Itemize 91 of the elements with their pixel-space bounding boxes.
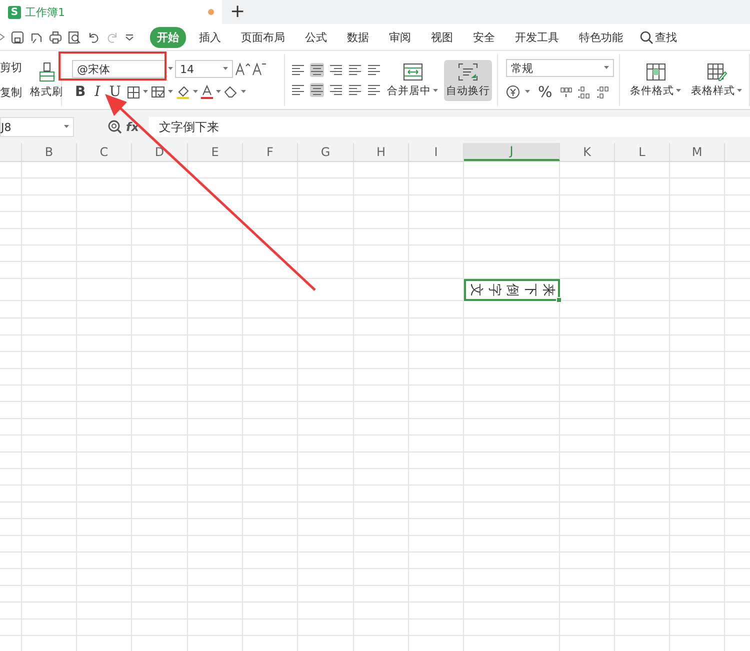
align-icon[interactable] <box>348 83 362 97</box>
underline-button[interactable]: U <box>106 84 124 100</box>
menu-tab[interactable]: 开发工具 <box>508 26 566 48</box>
active-cell[interactable]: 文字倒下来 <box>464 278 560 301</box>
caret-icon[interactable] <box>737 88 742 92</box>
brush-icon <box>38 62 56 82</box>
menu-tab[interactable]: 审阅 <box>382 26 418 48</box>
zoom-icon[interactable] <box>108 120 122 134</box>
caret-icon[interactable] <box>216 90 222 94</box>
caret-icon[interactable] <box>223 67 228 71</box>
font-size-field[interactable]: 14 <box>175 60 233 78</box>
export-icon[interactable] <box>30 30 43 44</box>
column-header[interactable]: D <box>132 143 188 161</box>
merge-center-button[interactable]: 合并居中 <box>385 60 440 100</box>
caret-icon[interactable] <box>433 88 438 92</box>
column-header[interactable]: F <box>243 143 298 161</box>
italic-button[interactable]: I <box>92 84 104 100</box>
increase-font-icon[interactable] <box>235 62 250 76</box>
menu-tab[interactable]: 视图 <box>424 26 460 48</box>
menu-tab[interactable]: 数据 <box>340 26 376 48</box>
save-icon[interactable] <box>11 30 24 44</box>
undo-icon[interactable] <box>87 30 100 44</box>
column-header[interactable]: G <box>298 143 354 161</box>
formula-field[interactable]: 文字倒下来 <box>148 117 750 137</box>
search-icon[interactable] <box>640 30 653 44</box>
font-color-icon[interactable] <box>201 85 214 99</box>
currency-icon[interactable] <box>506 85 520 99</box>
align-icon[interactable] <box>329 83 343 97</box>
align-icon[interactable] <box>367 83 381 97</box>
column-header[interactable]: H <box>354 143 409 161</box>
conditional-format-icon <box>646 62 666 80</box>
document-tab[interactable]: S 工作簿1 <box>0 0 222 24</box>
column-header[interactable]: L <box>615 143 670 161</box>
align-icon[interactable] <box>329 63 343 77</box>
column-header[interactable]: C <box>77 143 132 161</box>
fill-color-icon[interactable] <box>176 85 190 99</box>
menu-tab[interactable]: 插入 <box>192 26 228 48</box>
bold-button[interactable]: B <box>72 84 89 100</box>
caret-icon[interactable] <box>64 125 69 129</box>
percent-button[interactable]: % <box>535 83 556 101</box>
menu-tab[interactable]: 特色功能 <box>572 26 630 48</box>
wrap-text-icon <box>458 62 478 80</box>
cell-style-icon[interactable] <box>151 86 166 98</box>
caret-icon[interactable] <box>0 33 5 41</box>
print-preview-icon[interactable] <box>68 30 81 44</box>
menu-tab[interactable]: 安全 <box>466 26 502 48</box>
wrap-text-button[interactable]: 自动换行 <box>444 60 492 100</box>
menu-tab[interactable]: 页面布局 <box>234 26 292 48</box>
align-icon[interactable] <box>291 63 305 77</box>
caret-icon[interactable] <box>143 90 148 94</box>
table-style-button[interactable]: 表格样式 <box>689 60 744 100</box>
align-icon[interactable] <box>367 63 381 77</box>
font-name-field[interactable]: @宋体 <box>72 60 166 78</box>
column-header[interactable]: M <box>670 143 725 161</box>
name-box[interactable]: J8 <box>0 117 74 137</box>
borders-icon[interactable] <box>127 86 140 98</box>
app-badge: S <box>8 6 21 18</box>
align-icon[interactable] <box>310 63 324 77</box>
align-icon[interactable] <box>291 83 305 97</box>
column-header[interactable]: B <box>22 143 77 161</box>
cut-button[interactable]: 剪切 <box>0 60 22 75</box>
caret-icon[interactable] <box>525 90 530 94</box>
align-icon[interactable] <box>348 63 362 77</box>
align-icon[interactable] <box>310 83 324 97</box>
eraser-icon[interactable] <box>224 86 238 98</box>
conditional-format-button[interactable]: 条件格式 <box>628 60 683 100</box>
merge-icon <box>402 62 422 80</box>
format-painter-button[interactable]: 格式刷 <box>28 58 65 102</box>
caret-icon[interactable] <box>241 90 246 94</box>
caret-icon[interactable] <box>193 90 198 94</box>
number-format-field[interactable]: 常规 <box>506 59 614 77</box>
caret-icon[interactable] <box>168 90 174 94</box>
search-label[interactable]: 查找 <box>655 30 677 44</box>
copy-button[interactable]: 复制 <box>0 85 22 100</box>
more-icon[interactable] <box>125 32 134 42</box>
decrease-font-icon[interactable] <box>252 62 267 76</box>
function-label[interactable]: fx <box>126 120 139 134</box>
document-title: 工作簿1 <box>25 4 66 20</box>
thousands-separator-icon[interactable] <box>560 86 572 98</box>
column-header[interactable]: E <box>188 143 243 161</box>
table-pencil-icon <box>706 62 726 80</box>
decrease-decimal-icon[interactable] <box>596 85 610 99</box>
print-icon[interactable] <box>49 30 62 44</box>
caret-icon[interactable] <box>676 88 681 92</box>
new-tab-button[interactable]: + <box>222 0 254 24</box>
spreadsheet-grid[interactable]: 文字倒下来 <box>0 162 750 651</box>
menu-tab[interactable]: 公式 <box>298 26 334 48</box>
column-header[interactable]: K <box>560 143 615 161</box>
caret-icon[interactable] <box>168 67 173 71</box>
caret-icon[interactable] <box>604 66 609 70</box>
increase-decimal-icon[interactable] <box>577 85 592 99</box>
